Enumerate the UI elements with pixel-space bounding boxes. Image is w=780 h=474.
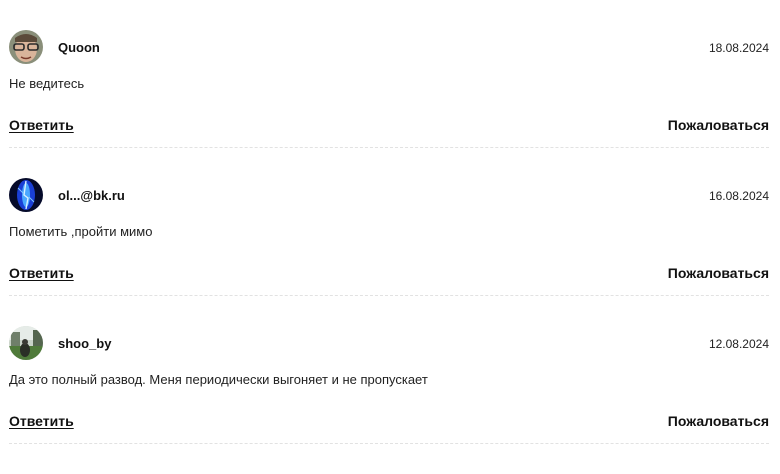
- avatar[interactable]: [9, 178, 43, 212]
- comment-date: 18.08.2024: [708, 41, 769, 55]
- comment-date: 16.08.2024: [708, 189, 769, 203]
- reply-link[interactable]: Ответить: [9, 117, 74, 133]
- comment-date: 12.08.2024: [708, 337, 769, 351]
- divider: [9, 295, 769, 296]
- user-photo-icon: [9, 30, 43, 64]
- comment-item: Quoon 18.08.2024 Не ведитесь Ответить По…: [9, 30, 769, 178]
- reply-link[interactable]: Ответить: [9, 413, 74, 429]
- divider: [9, 147, 769, 148]
- author-name: Quoon: [58, 40, 100, 55]
- report-link[interactable]: Пожаловаться: [668, 413, 769, 429]
- report-link[interactable]: Пожаловаться: [668, 117, 769, 133]
- user-photo-icon: [9, 178, 43, 212]
- comment-text: Да это полный развод. Меня периодически …: [9, 372, 428, 387]
- author-name: shoo_by: [58, 336, 112, 351]
- author-name: ol...@bk.ru: [58, 188, 125, 203]
- comment-text: Пометить ,пройти мимо: [9, 224, 153, 239]
- user-photo-icon: [9, 326, 43, 360]
- report-link[interactable]: Пожаловаться: [668, 265, 769, 281]
- reply-link[interactable]: Ответить: [9, 265, 74, 281]
- avatar[interactable]: [9, 30, 43, 64]
- comments-list: Quoon 18.08.2024 Не ведитесь Ответить По…: [0, 0, 780, 444]
- comment-item: ol...@bk.ru 16.08.2024 Пометить ,пройти …: [9, 178, 769, 326]
- comment-text: Не ведитесь: [9, 76, 85, 91]
- comment-item: shoo_by 12.08.2024 Да это полный развод.…: [9, 326, 769, 474]
- avatar[interactable]: [9, 326, 43, 360]
